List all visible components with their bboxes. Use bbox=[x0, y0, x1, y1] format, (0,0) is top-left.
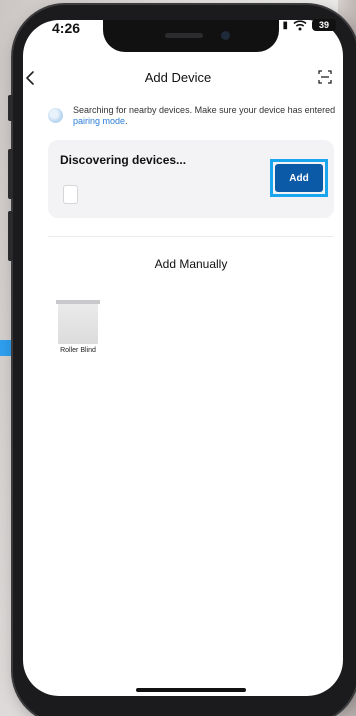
side-button bbox=[8, 211, 13, 261]
side-button bbox=[8, 95, 13, 121]
wifi-icon bbox=[293, 20, 307, 31]
add-manually-title: Add Manually bbox=[154, 257, 228, 271]
hint-message: Searching for nearby devices. Make sure … bbox=[73, 105, 336, 115]
scan-icon[interactable] bbox=[318, 70, 332, 84]
hint-text: Searching for nearby devices. Make sure … bbox=[73, 105, 340, 127]
add-button[interactable]: Add bbox=[275, 164, 323, 192]
signal-icon: ▮ bbox=[282, 19, 288, 31]
loading-icon bbox=[48, 108, 63, 123]
product-label: Roller Blind bbox=[60, 347, 96, 354]
product-roller-blind[interactable]: Roller Blind bbox=[54, 300, 102, 354]
side-button bbox=[8, 149, 13, 199]
device-placeholder-icon bbox=[63, 185, 78, 204]
status-time: 4:26 bbox=[52, 20, 81, 36]
camera-icon bbox=[221, 31, 230, 40]
search-hint: Searching for nearby devices. Make sure … bbox=[48, 105, 340, 127]
discovering-card: Discovering devices... Add bbox=[48, 140, 334, 218]
pairing-mode-link[interactable]: pairing mode bbox=[73, 116, 125, 126]
hint-suffix: . bbox=[125, 116, 128, 126]
page-title: Add Device bbox=[144, 70, 212, 85]
battery-indicator: 39 bbox=[312, 19, 336, 31]
add-button-highlight: Add bbox=[270, 159, 328, 197]
divider bbox=[48, 236, 334, 237]
home-indicator bbox=[136, 688, 246, 692]
notch bbox=[103, 20, 279, 52]
roller-blind-icon bbox=[56, 300, 100, 344]
background-accent bbox=[0, 340, 14, 356]
discovering-title: Discovering devices... bbox=[60, 153, 187, 167]
speaker-grille bbox=[165, 33, 203, 38]
status-icons: ▮ 39 bbox=[282, 19, 336, 31]
